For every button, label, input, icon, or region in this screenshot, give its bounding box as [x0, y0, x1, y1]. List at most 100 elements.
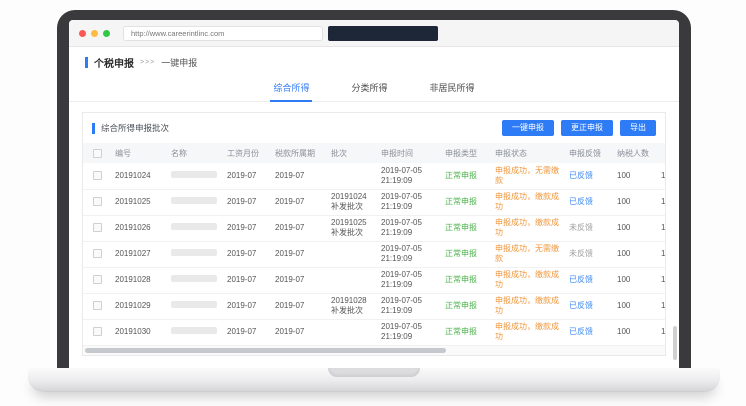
table-row: 20191030 2019-07 2019-07 2019-07-05 21:1…	[83, 319, 665, 345]
col-header-name: 名称	[167, 143, 223, 163]
cell-extra: 11	[657, 163, 665, 189]
cell-status: 申报成功，缴款成功	[491, 319, 565, 345]
cell-status: 申报成功，缴款成功	[491, 267, 565, 293]
quick-declare-button[interactable]: 一键申报	[502, 120, 554, 136]
cell-feedback: 已反馈	[565, 163, 613, 189]
horizontal-scrollbar-thumb[interactable]	[85, 348, 446, 353]
cell-extra: 11	[657, 189, 665, 215]
cell-period: 2019-07	[271, 215, 327, 241]
cell-id: 20191028	[111, 267, 167, 293]
breadcrumb: 个税申报 >>> 一键申报	[69, 47, 679, 77]
panel-buttons: 一键申报 更正申报 导出	[502, 120, 656, 136]
row-checkbox[interactable]	[93, 327, 102, 336]
cell-taxpayers: 100	[613, 267, 657, 293]
tab-comprehensive-income[interactable]: 综合所得	[270, 77, 312, 102]
cell-id: 20191025	[111, 189, 167, 215]
cell-extra: 11	[657, 215, 665, 241]
tab-nonresident-income[interactable]: 非居民所得	[427, 77, 478, 101]
redacted-name	[171, 171, 217, 178]
cell-month: 2019-07	[223, 189, 271, 215]
col-header-id: 编号	[111, 143, 167, 163]
cell-period: 2019-07	[271, 241, 327, 267]
cell-period: 2019-07	[271, 319, 327, 345]
correct-declare-button[interactable]: 更正申报	[561, 120, 613, 136]
redacted-name	[171, 249, 217, 256]
cell-batch	[327, 163, 377, 189]
row-checkbox[interactable]	[93, 249, 102, 258]
batch-panel: 综合所得申报批次 一键申报 更正申报 导出	[82, 112, 666, 356]
cell-type: 正常申报	[441, 215, 491, 241]
cell-feedback: 已反馈	[565, 189, 613, 215]
cell-extra: 11	[657, 267, 665, 293]
row-checkbox[interactable]	[93, 275, 102, 284]
cell-type: 正常申报	[441, 163, 491, 189]
cell-type: 正常申报	[441, 319, 491, 345]
address-bar-url: http://www.careerintlinc.com	[131, 29, 224, 38]
col-header-feedback: 申报反馈	[565, 143, 613, 163]
cell-month: 2019-07	[223, 267, 271, 293]
select-all-checkbox[interactable]	[93, 149, 102, 158]
cell-id: 20191027	[111, 241, 167, 267]
breadcrumb-separator: >>>	[140, 59, 155, 66]
tab-classified-income[interactable]: 分类所得	[348, 77, 390, 101]
table-row: 20191029 2019-07 2019-07 20191028 补发批次 2…	[83, 293, 665, 319]
col-header-month: 工资月份	[223, 143, 271, 163]
row-checkbox[interactable]	[93, 301, 102, 310]
horizontal-scrollbar	[83, 346, 665, 355]
cell-batch: 20191025 补发批次	[327, 215, 377, 241]
cell-feedback: 已反馈	[565, 319, 613, 345]
page-subtitle: 一键申报	[161, 56, 197, 69]
traffic-light-zoom[interactable]	[103, 30, 110, 37]
address-bar[interactable]: http://www.careerintlinc.com	[123, 26, 323, 41]
col-header-taxpayers: 纳税人数	[613, 143, 657, 163]
page-title: 个税申报	[94, 55, 134, 70]
cell-time: 2019-07-05 21:19:09	[377, 319, 441, 345]
tab-bar: 综合所得 分类所得 非居民所得	[69, 77, 679, 102]
panel-header: 综合所得申报批次 一键申报 更正申报 导出	[83, 113, 665, 143]
cell-feedback: 已反馈	[565, 293, 613, 319]
col-header-status: 申报状态	[491, 143, 565, 163]
batch-table-wrap: 编号 名称 工资月份 税款所属期 批次 申报时间 申报类型 申报状态 申报反馈 …	[83, 143, 665, 346]
browser-chrome: http://www.careerintlinc.com	[69, 20, 679, 47]
cell-taxpayers: 100	[613, 293, 657, 319]
traffic-light-close[interactable]	[79, 30, 86, 37]
cell-type: 正常申报	[441, 189, 491, 215]
table-row: 20191024 2019-07 2019-07 2019-07-05 21:1…	[83, 163, 665, 189]
cell-name	[167, 293, 223, 319]
cell-type: 正常申报	[441, 293, 491, 319]
table-row: 20191026 2019-07 2019-07 20191025 补发批次 2…	[83, 215, 665, 241]
col-header-batch: 批次	[327, 143, 377, 163]
cell-batch: 20191028 补发批次	[327, 293, 377, 319]
browser-dark-strip	[328, 26, 438, 41]
cell-name	[167, 319, 223, 345]
laptop-screen: http://www.careerintlinc.com 个税申报 >>> 一键…	[57, 10, 691, 368]
cell-feedback: 未反馈	[565, 215, 613, 241]
batch-table: 编号 名称 工资月份 税款所属期 批次 申报时间 申报类型 申报状态 申报反馈 …	[83, 143, 665, 346]
cell-taxpayers: 100	[613, 189, 657, 215]
row-checkbox[interactable]	[93, 197, 102, 206]
cell-time: 2019-07-05 21:19:09	[377, 163, 441, 189]
cell-name	[167, 215, 223, 241]
laptop-base	[28, 368, 720, 392]
redacted-name	[171, 301, 217, 308]
cell-time: 2019-07-05 21:19:09	[377, 241, 441, 267]
export-button[interactable]: 导出	[620, 120, 656, 136]
redacted-name	[171, 327, 217, 334]
cell-feedback: 已反馈	[565, 267, 613, 293]
redacted-name	[171, 197, 217, 204]
cell-period: 2019-07	[271, 189, 327, 215]
laptop-notch	[328, 368, 420, 377]
row-checkbox[interactable]	[93, 171, 102, 180]
cell-name	[167, 163, 223, 189]
cell-taxpayers: 100	[613, 319, 657, 345]
cell-period: 2019-07	[271, 163, 327, 189]
cell-taxpayers: 100	[613, 163, 657, 189]
table-row: 20191027 2019-07 2019-07 2019-07-05 21:1…	[83, 241, 665, 267]
vertical-scrollbar-thumb[interactable]	[673, 326, 677, 360]
cell-name	[167, 241, 223, 267]
row-checkbox[interactable]	[93, 223, 102, 232]
cell-id: 20191024	[111, 163, 167, 189]
traffic-light-minimize[interactable]	[91, 30, 98, 37]
redacted-name	[171, 223, 217, 230]
table-header-row: 编号 名称 工资月份 税款所属期 批次 申报时间 申报类型 申报状态 申报反馈 …	[83, 143, 665, 163]
